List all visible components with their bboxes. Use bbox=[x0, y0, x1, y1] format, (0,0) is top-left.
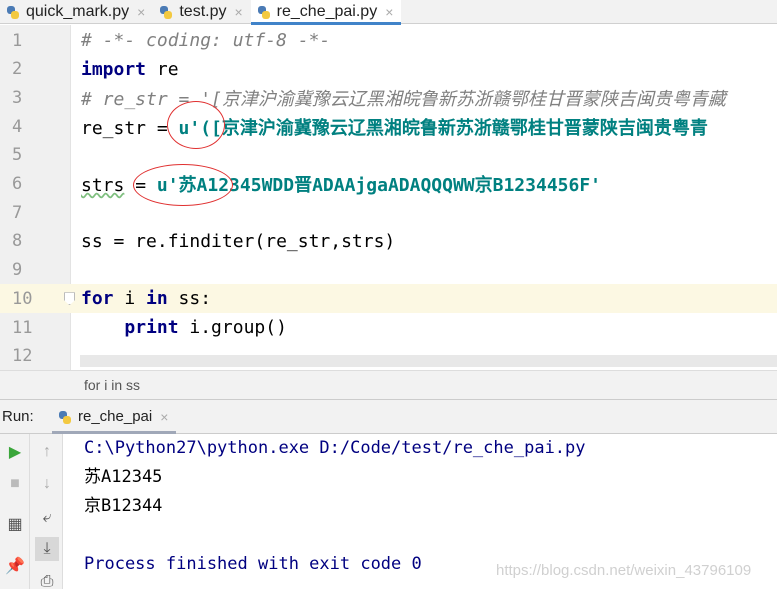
fold-icon[interactable] bbox=[64, 292, 75, 306]
line-number: 3 bbox=[12, 87, 23, 108]
close-icon[interactable]: × bbox=[160, 409, 168, 425]
layout-icon[interactable]: ▦ bbox=[3, 512, 27, 536]
tab-label: test.py bbox=[179, 3, 227, 20]
code-line[interactable]: 6 strs = u'苏A12345WDD晋ADAAjgaADAQQQWW京B12… bbox=[0, 170, 777, 199]
code-text: for i in ss: bbox=[81, 288, 211, 309]
code-text: # -*- coding: utf-8 -*- bbox=[81, 30, 330, 51]
rerun-icon[interactable]: ▶ bbox=[3, 440, 27, 464]
close-icon[interactable]: × bbox=[385, 4, 393, 20]
python-file-icon bbox=[257, 4, 271, 20]
code-line[interactable]: 11 print i.group() bbox=[0, 313, 777, 342]
annotation-circle-strs bbox=[133, 164, 233, 206]
code-line[interactable]: 10 for i in ss: bbox=[0, 284, 777, 314]
line-number: 2 bbox=[12, 59, 23, 80]
code-line[interactable]: 5 bbox=[0, 141, 777, 170]
line-number: 8 bbox=[12, 231, 23, 252]
run-tool-window-header: Run: re_che_pai × bbox=[0, 400, 777, 434]
run-toolbar-secondary: ↑ ↓ ⤶ ⤓ ⎙ bbox=[30, 434, 63, 590]
tab-label: re_che_pai.py bbox=[276, 3, 378, 20]
line-number: 9 bbox=[12, 260, 23, 281]
code-text: ss = re.finditer(re_str,strs) bbox=[81, 231, 395, 252]
print-icon[interactable]: ⎙ bbox=[35, 570, 59, 594]
code-token: ss = re.finditer(re_str,strs) bbox=[81, 230, 396, 252]
code-text: print i.group() bbox=[81, 317, 287, 338]
code-line[interactable]: 3 # re_str = '[京津沪渝冀豫云辽黑湘皖鲁新苏浙赣鄂桂甘晋蒙陕吉闽贵粤… bbox=[0, 83, 777, 112]
code-line[interactable]: 7 bbox=[0, 198, 777, 227]
run-tab-label: re_che_pai bbox=[78, 408, 153, 425]
down-arrow-icon[interactable]: ↓ bbox=[35, 472, 59, 496]
tab-test-py[interactable]: test.py × bbox=[153, 0, 250, 24]
code-line[interactable]: 9 bbox=[0, 256, 777, 285]
line-number: 7 bbox=[12, 202, 23, 223]
code-text: import re bbox=[81, 59, 179, 80]
code-token: i.group() bbox=[178, 317, 287, 338]
python-icon bbox=[58, 409, 72, 425]
console-line: 京B12344 bbox=[84, 496, 163, 516]
python-file-icon bbox=[159, 4, 173, 20]
run-label: Run: bbox=[2, 408, 34, 425]
code-token: in bbox=[146, 288, 168, 310]
line-number: 4 bbox=[12, 116, 23, 137]
line-number: 12 bbox=[12, 346, 33, 367]
tab-quick_mark-py[interactable]: quick_mark.py × bbox=[0, 0, 153, 24]
code-line[interactable]: 2 import re bbox=[0, 55, 777, 84]
soft-wrap-icon[interactable]: ⤶ bbox=[35, 506, 59, 530]
line-number: 6 bbox=[12, 174, 23, 194]
pin-icon[interactable]: 📌 bbox=[3, 554, 27, 578]
close-icon[interactable]: × bbox=[137, 4, 145, 20]
code-token: ss: bbox=[167, 288, 212, 310]
code-token: u'([京津沪渝冀豫云辽黑湘皖鲁新苏浙赣鄂桂甘晋蒙陕吉闽贵粤青 bbox=[178, 117, 708, 139]
scroll-to-end-icon[interactable]: ⤓ bbox=[35, 537, 59, 561]
up-arrow-icon[interactable]: ↑ bbox=[35, 440, 59, 464]
watermark: https://blog.csdn.net/weixin_43796109 bbox=[496, 562, 752, 579]
line-number: 1 bbox=[12, 30, 23, 51]
code-line[interactable]: 8 ss = re.finditer(re_str,strs) bbox=[0, 227, 777, 256]
code-line[interactable]: 1 # -*- coding: utf-8 -*- bbox=[0, 26, 777, 55]
code-token: strs bbox=[81, 175, 125, 196]
code-token: re bbox=[146, 58, 179, 80]
annotation-circle-re-str bbox=[167, 101, 225, 149]
horizontal-scrollbar[interactable] bbox=[80, 355, 777, 367]
code-editor[interactable]: 1 # -*- coding: utf-8 -*- 2 import re 3 # re_… bbox=[0, 25, 777, 370]
stop-icon[interactable]: ■ bbox=[3, 472, 27, 496]
line-number: 11 bbox=[12, 317, 33, 338]
console-line: 苏A12345 bbox=[84, 467, 163, 487]
code-token: import bbox=[81, 58, 147, 80]
code-token: i bbox=[113, 288, 147, 310]
code-token: re_str = bbox=[81, 117, 179, 139]
code-token: for bbox=[81, 288, 114, 310]
run-tab[interactable]: re_che_pai × bbox=[52, 400, 177, 434]
tab-label: quick_mark.py bbox=[26, 3, 130, 20]
tab-re_che_pai-py[interactable]: re_che_pai.py × bbox=[250, 0, 402, 25]
run-toolbar-primary: ▶ ■ ▦ 📌 bbox=[0, 434, 30, 589]
line-number: 5 bbox=[12, 145, 23, 166]
code-token: print bbox=[124, 317, 179, 338]
breadcrumb[interactable]: for i in ss bbox=[0, 370, 777, 400]
python-file-icon bbox=[6, 4, 20, 20]
code-line[interactable]: 4 re_str = u'([京津沪渝冀豫云辽黑湘皖鲁新苏浙赣鄂桂甘晋蒙陕吉闽贵粤… bbox=[0, 112, 777, 141]
code-token: # -*- coding: utf-8 -*- bbox=[81, 30, 331, 51]
console-output[interactable]: C:\Python27\python.exe D:/Code/test/re_c… bbox=[84, 436, 586, 581]
close-icon[interactable]: × bbox=[234, 4, 242, 20]
console-line: C:\Python27\python.exe D:/Code/test/re_c… bbox=[84, 438, 586, 458]
line-number: 10 bbox=[12, 288, 33, 309]
editor-tab-bar: quick_mark.py × test.py × re_che_pai.py × bbox=[0, 0, 777, 25]
